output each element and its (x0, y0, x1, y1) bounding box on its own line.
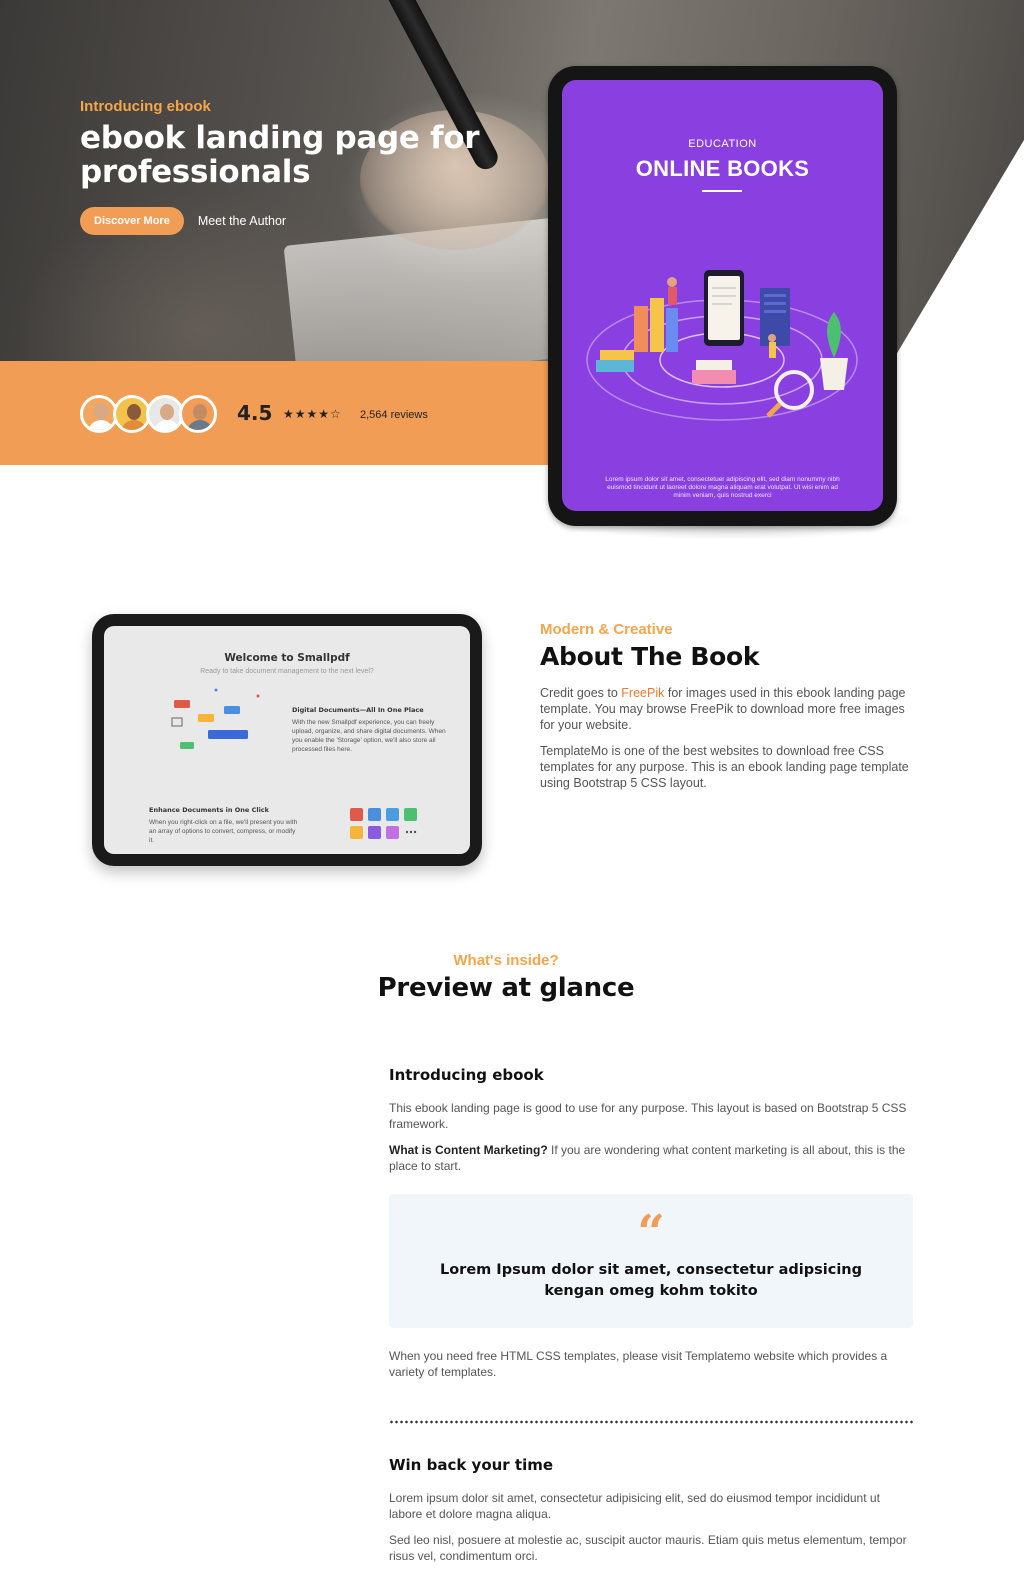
section-title-introducing: Introducing ebook (389, 1066, 544, 1084)
about-eyebrow: Modern & Creative (540, 621, 673, 638)
hero-eyebrow: Introducing ebook (80, 98, 211, 115)
hero-text: Introducing ebook ebook landing page for… (80, 98, 500, 235)
tool-icons-grid (350, 808, 417, 839)
tablet-title-rule (702, 190, 742, 192)
about-paragraph-2: TemplateMo is one of the best websites t… (540, 744, 909, 790)
discover-more-button[interactable]: Discover More (80, 207, 184, 235)
preview-content: Introducing ebook This ebook landing pag… (389, 1066, 913, 1564)
tablet-caption: Lorem ipsum dolor sit amet, consectetuer… (605, 476, 840, 499)
rating-band: 4.5 ★★★★☆ 2,564 reviews (0, 361, 548, 465)
preview-paragraph: Lorem ipsum dolor sit amet, consectetur … (389, 1491, 880, 1521)
hero-actions: Discover More Meet the Author (80, 207, 500, 235)
smallpdf-subtitle: Ready to take document management to the… (200, 668, 374, 675)
about-title: About The Book (540, 642, 760, 671)
about-tablet-screen: Welcome to Smallpdf Ready to take docume… (104, 626, 470, 854)
preview-paragraph: Sed leo nisl, posuere at molestie ac, su… (389, 1533, 907, 1563)
quote-text: Lorem Ipsum dolor sit amet, consectetur … (439, 1262, 863, 1299)
preview-paragraph: What is Content Marketing? If you are wo… (389, 1143, 906, 1173)
meet-the-author-link[interactable]: Meet the Author (198, 214, 286, 228)
preview-title: Preview at glance (377, 973, 635, 1003)
online-books-illustration (586, 270, 858, 421)
reviewer-avatars (80, 395, 217, 433)
tablet-title: ONLINE BOOKS (635, 156, 810, 181)
hero-title: ebook landing page for professionals (80, 120, 480, 190)
hero-tablet-image: EDUCATION ONLINE BOOKS Lorem ipsum dolor… (548, 66, 897, 526)
tablet-screen: EDUCATION ONLINE BOOKS Lorem ipsum dolor… (562, 80, 883, 511)
review-count: 2,564 reviews (360, 409, 428, 421)
preview-eyebrow: What's inside? (453, 952, 559, 969)
block2-text: When you right-click on a file, we'll pr… (149, 819, 298, 844)
preview-paragraph: This ebook landing page is good to use f… (389, 1101, 907, 1131)
file-types-illustration (171, 688, 260, 749)
star-rating-icons: ★★★★☆ (283, 407, 342, 421)
smallpdf-title: Welcome to Smallpdf (224, 652, 350, 664)
section-title-win-back: Win back your time (389, 1456, 554, 1474)
about-tablet-image: Welcome to Smallpdf Ready to take docume… (92, 614, 482, 866)
quote-icon: “ (637, 1205, 665, 1261)
block1-title: Digital Documents—All In One Place (292, 706, 424, 714)
block2-title: Enhance Documents in One Click (149, 806, 269, 814)
tablet-eyebrow: EDUCATION (688, 138, 757, 150)
preview-paragraph: When you need free HTML CSS templates, p… (389, 1349, 888, 1379)
avatar (179, 395, 217, 433)
about-section: Modern & Creative About The Book Credit … (540, 621, 910, 791)
about-paragraph-1: Credit goes to FreePik for images used i… (540, 686, 906, 732)
rating-score: 4.5 (237, 401, 273, 425)
preview-header: What's inside? Preview at glance (0, 952, 1012, 1003)
block1-text: With the new Smallpdf experience, you ca… (292, 719, 446, 753)
quote-box: “ Lorem Ipsum dolor sit amet, consectetu… (389, 1194, 913, 1328)
diagonal-white-shape (890, 140, 1024, 365)
dotted-divider (389, 1420, 913, 1424)
freepik-link[interactable]: FreePik (621, 686, 664, 700)
